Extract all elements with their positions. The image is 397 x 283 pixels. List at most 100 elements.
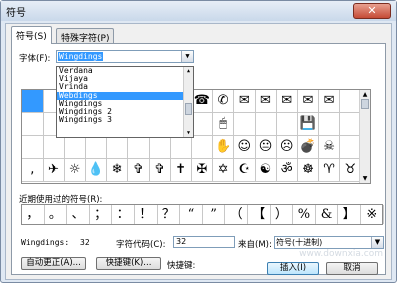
recent-symbol[interactable]: ： — [112, 205, 135, 224]
char-value: 32 — [80, 238, 90, 247]
scroll-down-icon[interactable]: ▼ — [360, 174, 370, 183]
recent-symbol[interactable]: 、 — [67, 205, 90, 224]
recent-symbol[interactable]: ， — [22, 205, 45, 224]
symbol-dialog: 符号 ✕ 符号(S) 特殊字符(P) 字体(F): Wingdings ▼ ♉ ♈… — [0, 0, 397, 283]
symbol-cell[interactable] — [22, 136, 44, 159]
symbol-cell[interactable] — [191, 113, 214, 136]
symbol-cell[interactable]: ✆ — [212, 90, 235, 113]
grid-scrollbar[interactable]: ▲ ▼ — [359, 90, 370, 183]
recent-symbol[interactable]: % — [293, 205, 316, 224]
recent-symbol[interactable]: 【 — [248, 205, 271, 224]
symbol-cell[interactable]: ✉ — [234, 90, 256, 113]
symbol-cell[interactable]: ☎ — [191, 90, 214, 113]
recent-symbol[interactable]: ； — [90, 205, 113, 224]
symbol-cell[interactable]: ✠ — [191, 159, 214, 182]
font-options: Verdana Vijaya Vrinda Webdings Wingdings Wing… — [57, 67, 193, 124]
close-button[interactable]: ✕ — [353, 3, 391, 19]
recent-symbol[interactable]: 。 — [45, 205, 68, 224]
recent-symbol[interactable]: & — [316, 205, 339, 224]
font-option[interactable]: Vrinda — [57, 83, 193, 91]
symbol-cell[interactable]: ♈ — [318, 159, 341, 182]
symbol-cell[interactable] — [85, 136, 108, 159]
recent-symbol[interactable]: “ — [180, 205, 203, 224]
cancel-button[interactable]: 取消 — [326, 262, 378, 275]
symbol-cell[interactable]: ☯ — [255, 159, 277, 182]
symbol-cell[interactable]: 😐 — [255, 136, 277, 159]
insert-button[interactable]: 插入(I) — [267, 262, 319, 275]
font-dropdown-list: Verdana Vijaya Vrinda Webdings Wingdings Wing… — [56, 66, 194, 138]
symbol-cell[interactable] — [318, 113, 341, 136]
scroll-up-icon[interactable]: ▲ — [360, 90, 370, 99]
dialog-body: 符号(S) 特殊字符(P) 字体(F): Wingdings ▼ ♉ ♈ ☸ ॐ ☯ ☪ ✡… — [5, 23, 392, 280]
font-option[interactable]: Wingdings 3 — [57, 116, 193, 124]
shortcut-key-button[interactable]: 快捷键(K)... — [96, 257, 161, 270]
recent-symbol[interactable]: ？ — [158, 205, 181, 224]
symbol-cell[interactable] — [106, 136, 129, 159]
scroll-up-icon[interactable]: ▲ — [184, 67, 193, 75]
scroll-down-icon[interactable]: ▼ — [184, 129, 193, 137]
recent-symbol[interactable]: ！ — [135, 205, 158, 224]
symbol-cell[interactable]: ✉ — [318, 90, 341, 113]
symbol-cell[interactable] — [276, 113, 298, 136]
symbol-cell[interactable] — [64, 136, 86, 159]
symbol-cell[interactable]: ✞ — [128, 159, 150, 182]
font-option[interactable]: Verdana — [57, 67, 193, 75]
font-option[interactable]: Wingdings 2 — [57, 108, 193, 116]
symbol-cell[interactable] — [191, 136, 214, 159]
symbol-cell[interactable]: ॐ — [276, 159, 298, 182]
recent-symbol[interactable]: ” — [203, 205, 226, 224]
symbol-cell[interactable]: ✈ — [43, 159, 65, 182]
symbol-cell[interactable]: ✉ — [276, 90, 298, 113]
symbol-cell[interactable]: , — [22, 159, 44, 182]
symbol-cell[interactable]: ☠ — [318, 136, 341, 159]
recent-symbol[interactable]: ） — [271, 205, 294, 224]
font-name-label: Wingdings: — [21, 238, 70, 247]
char-code-input[interactable]: 32 — [173, 236, 235, 248]
char-code-label: 字符代码(C): — [116, 240, 166, 250]
font-option[interactable]: Wingdings — [57, 100, 193, 108]
chevron-down-icon[interactable]: ▼ — [181, 51, 193, 62]
symbol-cell[interactable] — [255, 113, 277, 136]
symbol-cell[interactable] — [149, 136, 171, 159]
symbol-cell[interactable]: 🖱 — [212, 113, 235, 136]
font-option[interactable]: Vijaya — [57, 75, 193, 83]
shortcut-label: 快捷键: — [167, 261, 196, 271]
font-option[interactable]: Webdings — [57, 91, 193, 100]
symbol-cell[interactable] — [128, 136, 150, 159]
recent-symbol[interactable]: ※ — [361, 205, 384, 224]
tab-special-characters[interactable]: 特殊字符(P) — [56, 28, 115, 44]
symbol-cell[interactable]: 💣 — [297, 136, 320, 159]
from-select[interactable]: 符号(十进制) ▼ — [274, 236, 384, 249]
symbol-cell[interactable]: 💧 — [85, 159, 108, 182]
symbol-cell[interactable]: ✝ — [170, 159, 192, 182]
symbol-cell[interactable] — [43, 136, 65, 159]
symbol-cell[interactable]: ☹ — [276, 136, 298, 159]
symbol-cell[interactable]: ✞ — [149, 159, 171, 182]
symbol-cell[interactable]: ☺ — [234, 136, 256, 159]
from-select-value: 符号(十进制) — [276, 238, 323, 247]
autocorrect-button[interactable]: 自动更正(A)... — [21, 257, 86, 270]
symbol-cell[interactable]: ☪ — [234, 159, 256, 182]
symbol-cell[interactable]: ✡ — [212, 159, 235, 182]
symbol-cell[interactable]: ☸ — [297, 159, 320, 182]
tab-symbols[interactable]: 符号(S) — [11, 26, 52, 44]
font-label: 字体(F): — [19, 54, 51, 64]
chevron-down-icon[interactable]: ▼ — [371, 237, 383, 248]
symbol-cell[interactable]: 💾 — [297, 113, 320, 136]
scroll-thumb[interactable] — [361, 99, 369, 109]
symbol-cell[interactable] — [234, 113, 256, 136]
symbol-cell[interactable]: ☼ — [64, 159, 86, 182]
symbol-cell[interactable]: ❄ — [106, 159, 129, 182]
symbol-cell[interactable] — [22, 90, 44, 113]
scroll-thumb[interactable] — [185, 103, 192, 115]
symbol-cell[interactable] — [170, 136, 192, 159]
symbol-cell[interactable]: ✉ — [255, 90, 277, 113]
recent-symbols: ，。、；：！？ “” （【）% &】 ※ — [21, 204, 384, 225]
recent-symbol[interactable]: 】 — [338, 205, 361, 224]
recent-symbol[interactable]: （ — [225, 205, 248, 224]
symbol-cell[interactable] — [22, 113, 44, 136]
font-list-scrollbar[interactable]: ▲ ▼ — [183, 67, 193, 137]
font-select[interactable]: Wingdings ▼ — [56, 50, 194, 63]
symbol-cell[interactable]: ✉ — [297, 90, 320, 113]
symbol-cell[interactable]: ✋ — [212, 136, 235, 159]
